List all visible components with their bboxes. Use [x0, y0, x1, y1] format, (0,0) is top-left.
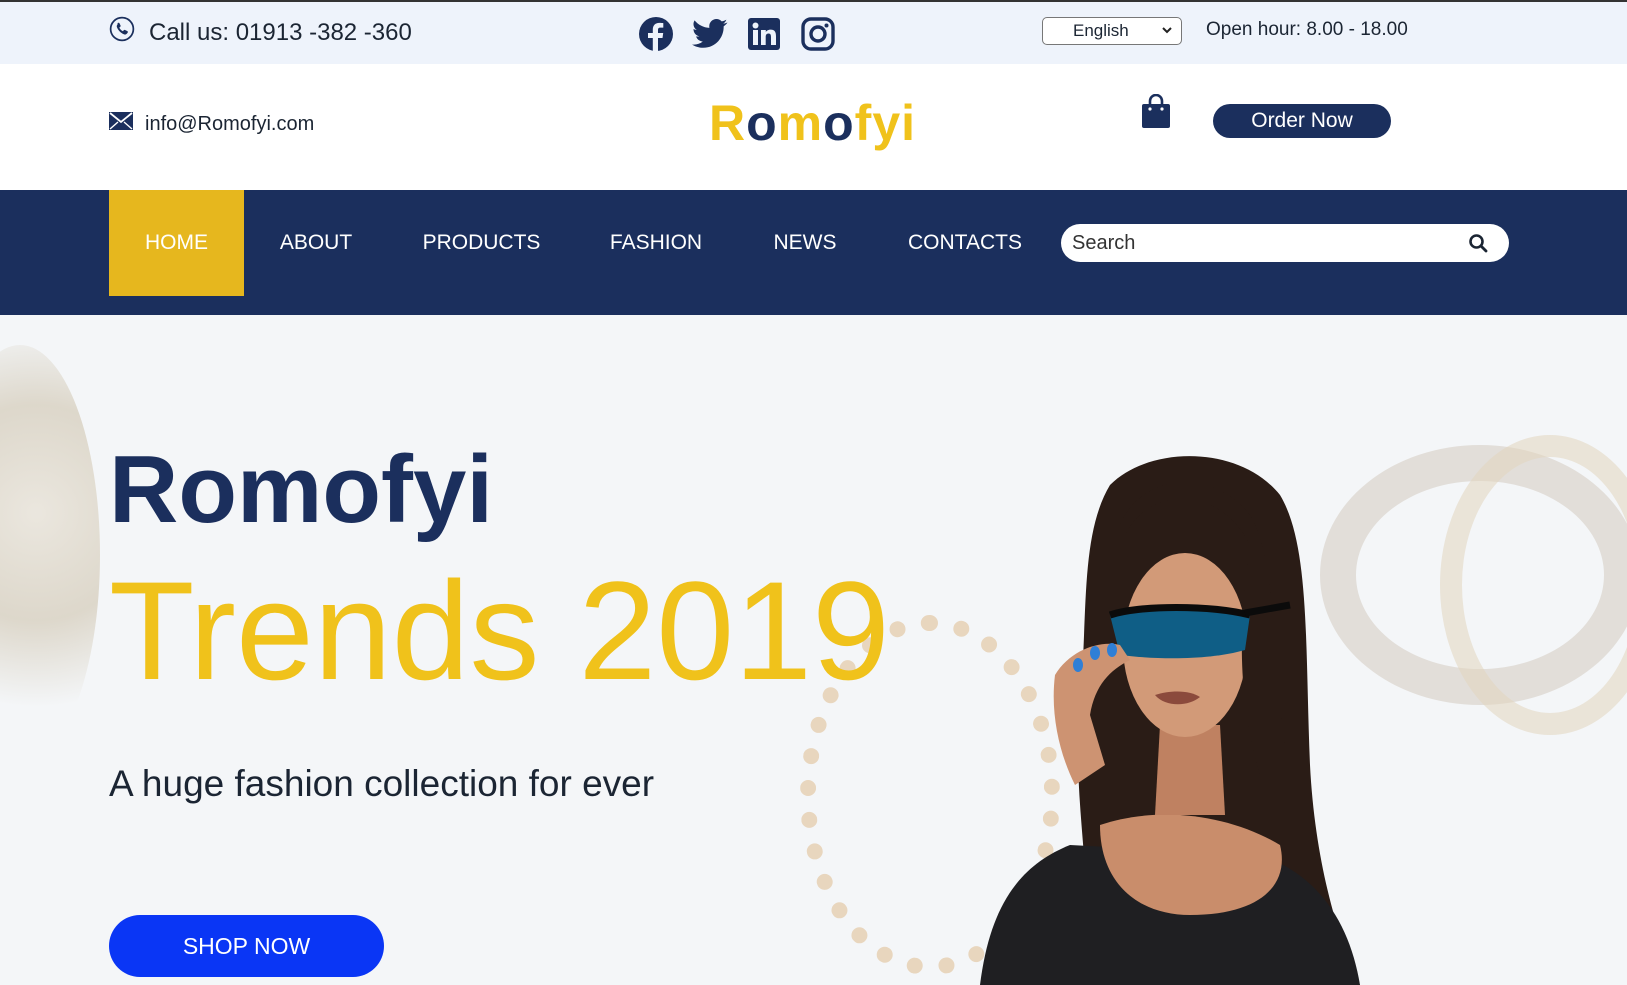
logo-part: o — [746, 95, 778, 151]
chevron-down-icon — [1161, 23, 1173, 39]
nav-item-products[interactable]: PRODUCTS — [409, 190, 554, 296]
opening-hours: Open hour: 8.00 - 18.00 — [1206, 19, 1408, 40]
nav-item-fashion[interactable]: FASHION — [596, 190, 716, 296]
nav-item-contacts[interactable]: CONTACTS — [895, 190, 1035, 296]
phone-label: Call us: 01913 -382 -360 — [149, 18, 412, 46]
hero-tagline: A huge fashion collection for ever — [109, 763, 655, 804]
email-label: info@Romofyi.com — [145, 112, 315, 135]
social-links — [638, 16, 836, 52]
order-now-button[interactable]: Order Now — [1213, 104, 1391, 138]
logo-part: fyi — [854, 95, 917, 151]
email-contact[interactable]: info@Romofyi.com — [109, 112, 314, 136]
search-placeholder: Search — [1072, 231, 1136, 254]
nav-item-about[interactable]: ABOUT — [264, 190, 368, 296]
mail-icon — [109, 112, 133, 136]
search-input[interactable]: Search — [1061, 224, 1509, 262]
logo-part: m — [777, 95, 824, 151]
twitter-icon[interactable] — [692, 16, 728, 52]
phone-icon — [109, 16, 135, 49]
facebook-icon[interactable] — [638, 16, 674, 52]
top-bar: Call us: 01913 -382 -360 English Open ho… — [0, 0, 1627, 64]
phone-contact[interactable]: Call us: 01913 -382 -360 — [109, 16, 412, 49]
language-select[interactable]: English — [1042, 17, 1182, 45]
page: Call us: 01913 -382 -360 English Open ho… — [0, 0, 1627, 985]
nav-item-news[interactable]: NEWS — [760, 190, 850, 296]
brand-logo[interactable]: Romofyi — [709, 94, 916, 152]
hero-banner: Romofyi Trends 2019 A huge fashion colle… — [0, 315, 1627, 985]
language-value: English — [1073, 21, 1129, 40]
shop-now-button[interactable]: SHOP NOW — [109, 915, 384, 977]
instagram-icon[interactable] — [800, 16, 836, 52]
hero-subtitle: Trends 2019 — [109, 552, 890, 709]
main-nav: HOME ABOUT PRODUCTS FASHION NEWS CONTACT… — [0, 190, 1627, 315]
linkedin-icon[interactable] — [746, 16, 782, 52]
nav-item-home[interactable]: HOME — [109, 190, 244, 296]
search-icon[interactable] — [1461, 226, 1495, 260]
logo-part: R — [709, 95, 747, 151]
hero-model-image — [980, 456, 1360, 985]
shopping-bag-icon[interactable] — [1140, 93, 1172, 130]
header: info@Romofyi.com Romofyi Order Now — [0, 64, 1627, 190]
background-decoration — [0, 345, 100, 765]
hero-title: Romofyi — [109, 436, 493, 543]
logo-part: o — [823, 95, 855, 151]
